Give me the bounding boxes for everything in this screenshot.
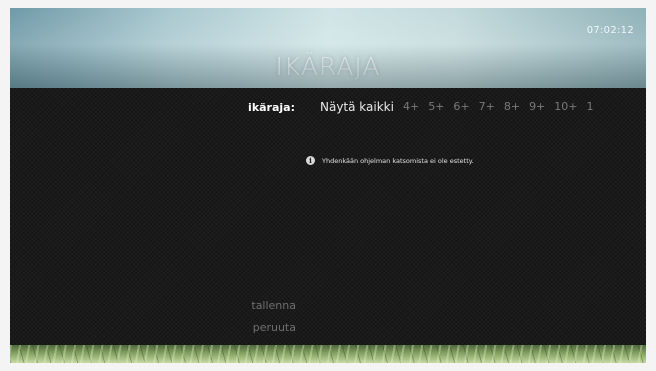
clock: 07:02:12	[586, 25, 634, 36]
age-option-10[interactable]: 10+	[554, 100, 577, 114]
info-icon: i	[306, 156, 315, 165]
age-option-1[interactable]: 1	[587, 100, 594, 114]
age-option-6[interactable]: 6+	[453, 100, 469, 114]
save-button[interactable]: tallenna	[226, 299, 296, 312]
tv-screen: 07:02:12 IKÄRAJA ikäraja: Näytä kaikki 4…	[10, 8, 646, 363]
age-option-4[interactable]: 4+	[403, 100, 419, 114]
age-option-8[interactable]: 8+	[504, 100, 520, 114]
age-limit-label: ikäraja:	[248, 101, 295, 114]
settings-panel	[10, 88, 646, 345]
page-title: IKÄRAJA	[275, 52, 381, 81]
age-limit-options: Näytä kaikki 4+ 5+ 6+ 7+ 8+ 9+ 10+ 1	[320, 100, 594, 114]
info-text: Yhdenkään ohjelman katsomista ei ole est…	[322, 156, 474, 165]
info-message: i Yhdenkään ohjelman katsomista ei ole e…	[306, 156, 474, 165]
age-option-7[interactable]: 7+	[479, 100, 495, 114]
header-banner: 07:02:12 IKÄRAJA	[10, 8, 646, 88]
age-option-5[interactable]: 5+	[428, 100, 444, 114]
age-option-show-all[interactable]: Näytä kaikki	[320, 100, 394, 114]
age-option-9[interactable]: 9+	[529, 100, 545, 114]
grass-background-strip	[10, 345, 646, 363]
cancel-button[interactable]: peruuta	[226, 321, 296, 334]
